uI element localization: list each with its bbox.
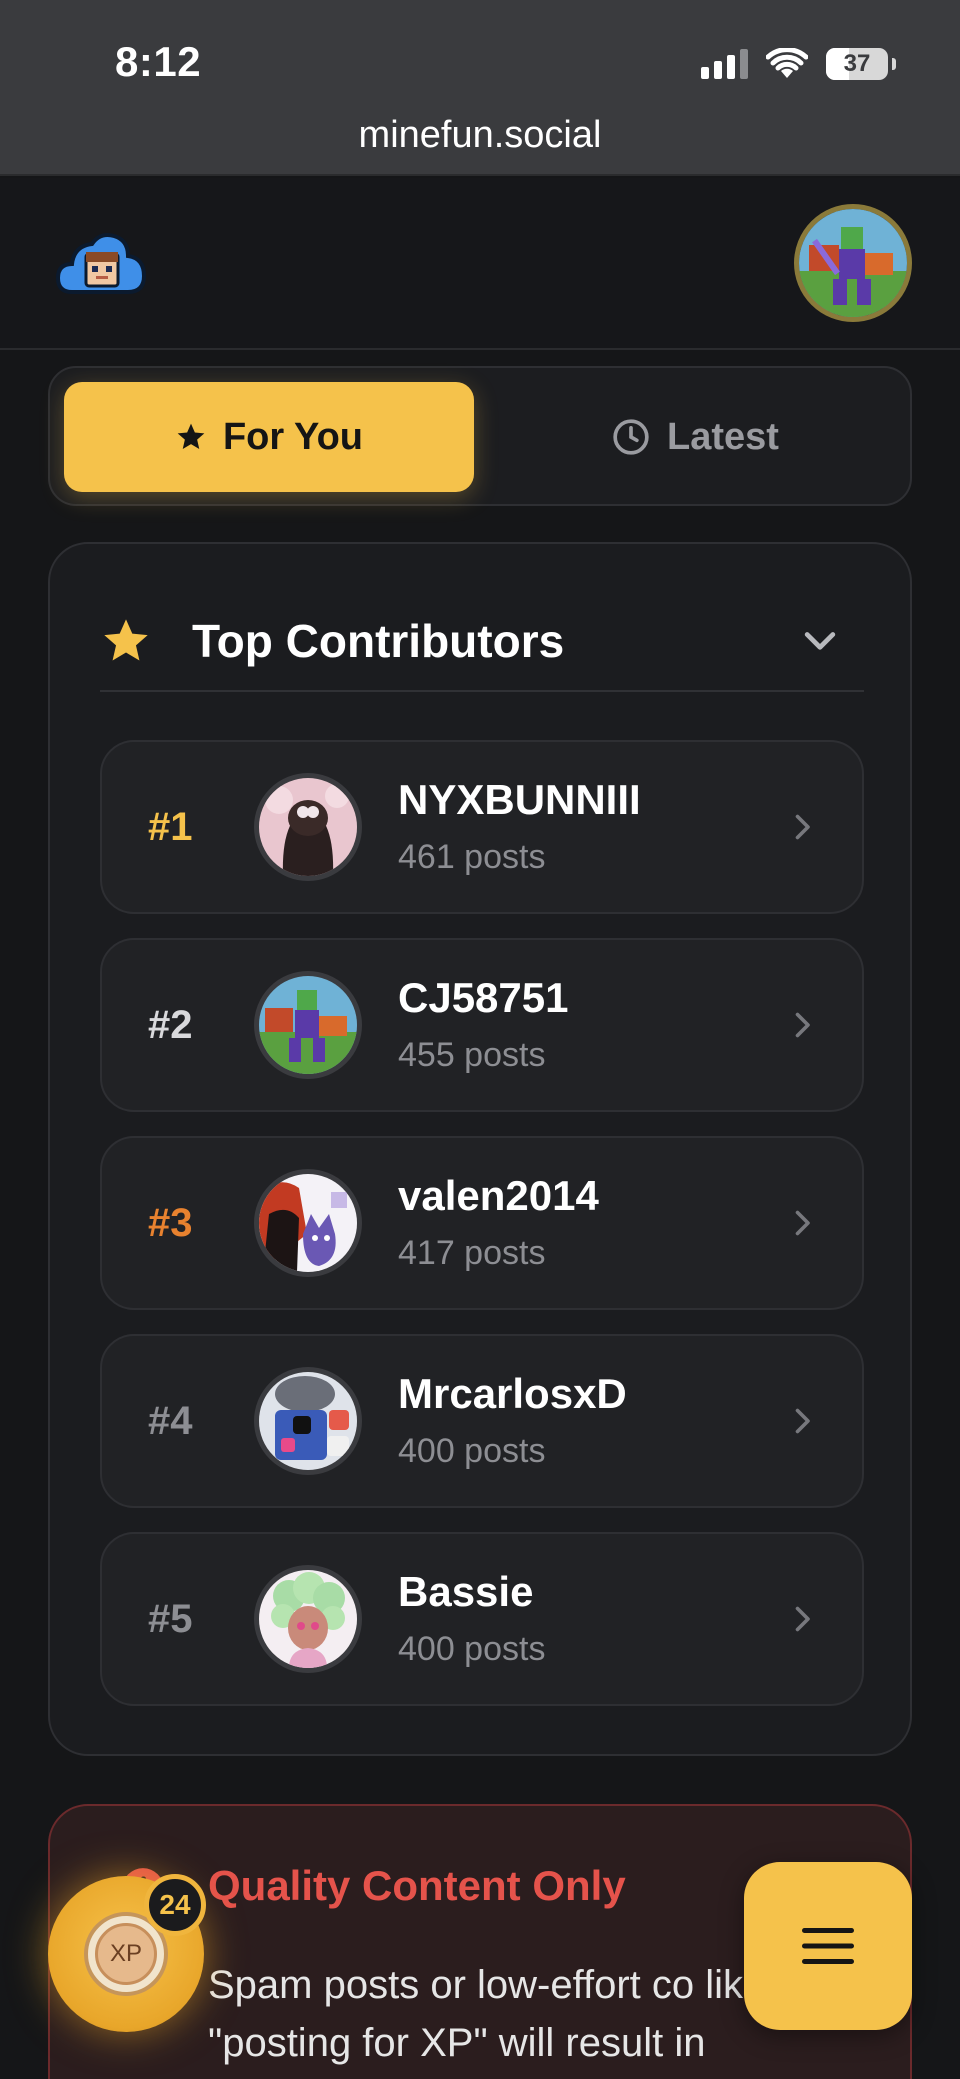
contributor-rank: #3 — [148, 1201, 193, 1245]
star-icon — [177, 423, 205, 449]
contributor-rank: #5 — [148, 1597, 193, 1641]
page: 8:12 37 minefun.social For You Latest To… — [0, 0, 960, 2079]
chevron-down-icon[interactable] — [798, 618, 842, 662]
contributor-name: MrcarlosxD — [398, 1370, 627, 1417]
chevron-right-icon — [795, 814, 810, 840]
battery-level: 37 — [843, 50, 871, 77]
chevron-right-icon — [795, 1012, 810, 1038]
hamburger-menu-icon — [802, 1928, 854, 1964]
top-contributors-title: Top Contributors — [192, 615, 565, 667]
status-icons: 37 — [701, 44, 896, 84]
contributor-name: Bassie — [398, 1568, 534, 1615]
status-time: 8:12 — [115, 38, 202, 85]
contributor-row[interactable]: #2 CJ58751 455 posts — [100, 938, 864, 1112]
contributor-rank: #1 — [148, 805, 193, 849]
notice-title: Quality Content Only — [208, 1862, 626, 1909]
xp-button[interactable]: XP 24 — [48, 1874, 206, 2032]
top-contributors-card: Top Contributors #1 NYXBUNNIII 461 posts — [48, 542, 912, 1756]
contributor-name: CJ58751 — [398, 974, 569, 1021]
chevron-right-icon — [795, 1408, 810, 1434]
xp-level-badge: 24 — [144, 1874, 206, 1936]
chevron-right-icon — [795, 1210, 810, 1236]
contributor-posts: 400 posts — [398, 1432, 546, 1470]
contributor-posts: 400 posts — [398, 1630, 546, 1668]
tab-latest[interactable]: Latest — [490, 382, 900, 492]
avatar — [254, 773, 362, 881]
battery-icon: 37 — [826, 48, 888, 80]
contributor-rank: #2 — [148, 1003, 193, 1047]
contributor-posts: 417 posts — [398, 1234, 546, 1272]
avatar — [254, 971, 362, 1079]
top-contributors-header[interactable]: Top Contributors — [100, 596, 864, 686]
star-icon — [104, 619, 148, 661]
contributor-rank: #4 — [148, 1399, 193, 1443]
browser-status-bar: 8:12 37 minefun.social — [0, 0, 960, 176]
tab-label: Latest — [667, 415, 779, 458]
contributor-name: valen2014 — [398, 1172, 599, 1219]
avatar — [254, 1169, 362, 1277]
tab-for-you[interactable]: For You — [64, 382, 474, 492]
contributor-posts: 455 posts — [398, 1036, 546, 1074]
url-bar[interactable]: minefun.social — [0, 114, 960, 157]
contributor-row[interactable]: #5 Bassie 400 posts — [100, 1532, 864, 1706]
cellular-signal-icon — [701, 49, 748, 79]
minefun-logo-icon[interactable] — [56, 230, 148, 298]
wifi-icon — [766, 48, 808, 78]
avatar — [254, 1367, 362, 1475]
contributor-name: NYXBUNNIII — [398, 776, 641, 823]
tab-label: For You — [222, 415, 364, 458]
chevron-right-icon — [795, 1606, 810, 1632]
contributor-row[interactable]: #3 valen2014 417 posts — [100, 1136, 864, 1310]
contributor-posts: 461 posts — [398, 838, 546, 876]
app-header — [0, 178, 960, 350]
divider — [100, 690, 864, 692]
xp-label: XP — [95, 1923, 157, 1985]
contributor-row[interactable]: #4 MrcarlosxD 400 posts — [100, 1334, 864, 1508]
profile-avatar[interactable] — [794, 204, 912, 322]
feed-tabs: For You Latest — [48, 366, 912, 506]
contributor-row[interactable]: #1 NYXBUNNIII 461 posts — [100, 740, 864, 914]
menu-button[interactable] — [744, 1862, 912, 2030]
avatar — [254, 1565, 362, 1673]
clock-icon — [613, 419, 649, 455]
